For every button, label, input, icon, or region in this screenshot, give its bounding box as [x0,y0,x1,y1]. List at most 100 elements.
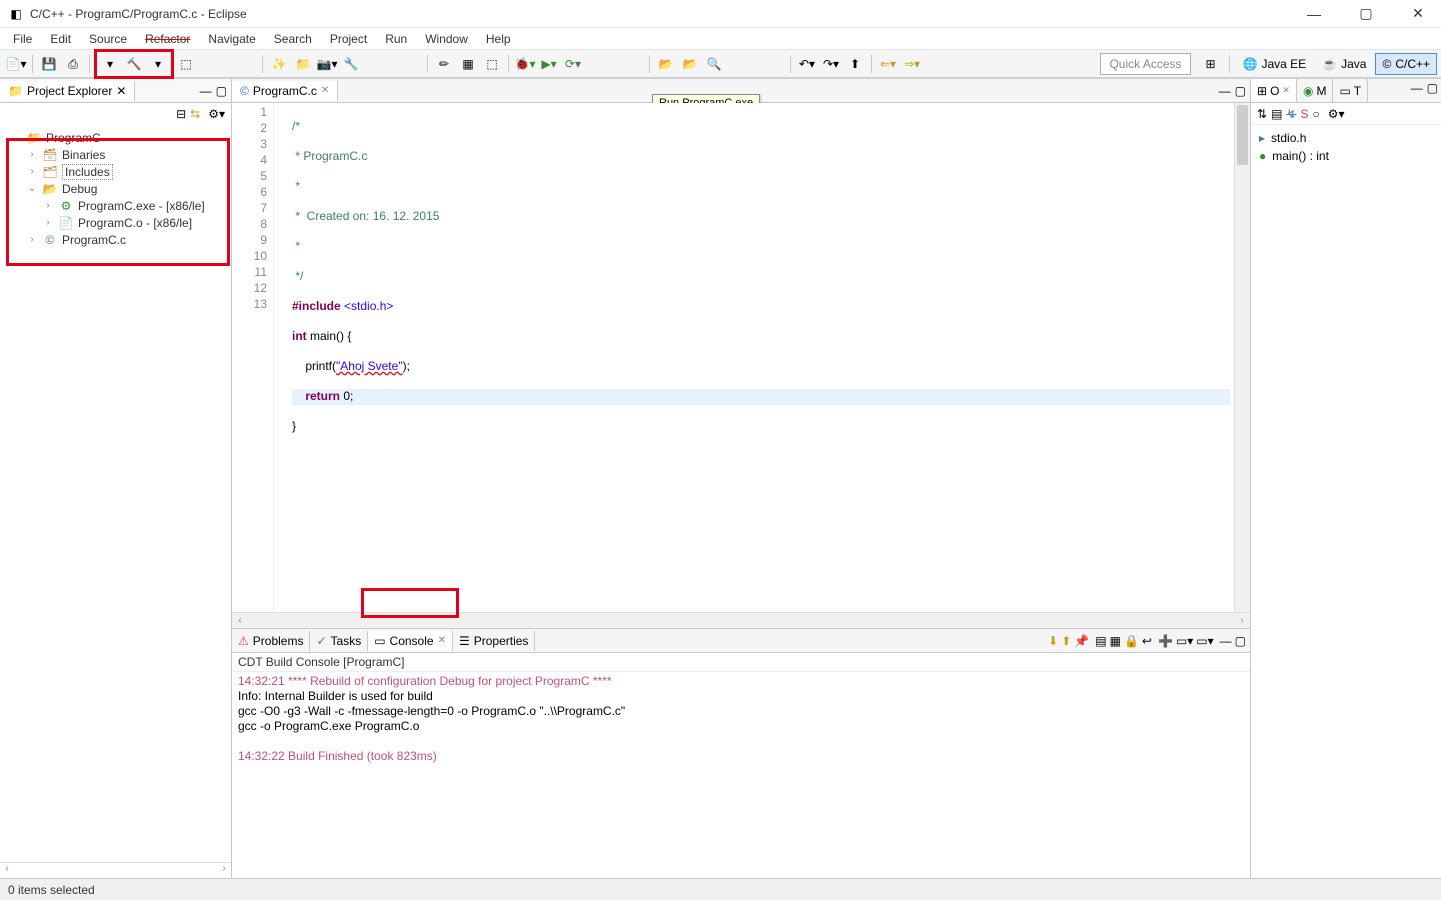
code-editor[interactable]: 12345678910111213 /* * ProgramC.c * * Cr… [232,103,1250,612]
new-button[interactable]: 📄▾ [5,53,27,75]
maximize-panel-icon[interactable]: ▢ [1235,635,1246,647]
folder-open-icon[interactable]: 📁 [292,53,314,75]
nav-next-icon[interactable]: ↷▾ [820,53,842,75]
exe-icon: ⚙ [58,198,74,214]
outline-tab-o[interactable]: ⊞O✕ [1251,79,1297,102]
save-all-button[interactable]: ⎙ [62,53,84,75]
view-menu-outline-icon[interactable]: ⚙▾ [1328,108,1345,120]
bottom-panel: ⚠Problems ✓Tasks ▭Console✕ ☰Properties ⬇… [232,628,1250,878]
tasks-tab[interactable]: ✓Tasks [310,631,368,651]
perspective-java[interactable]: ☕Java [1315,53,1373,75]
action-icon[interactable]: ⬚ [481,53,503,75]
code-content[interactable]: /* * ProgramC.c * * Created on: 16. 12. … [288,103,1234,612]
open-type-icon[interactable]: 📂 [655,53,677,75]
minimize-panel-icon[interactable]: — [1220,635,1232,647]
run-button[interactable]: ▶▾ [538,53,560,75]
save-button[interactable]: 💾 [38,53,60,75]
menu-navigate[interactable]: Navigate [199,30,264,48]
menu-refactor[interactable]: Refactor [136,30,199,48]
menu-file[interactable]: File [4,30,41,48]
outline-item-stdio: ▸stdio.h [1259,129,1433,147]
grid-icon[interactable]: ▦ [457,53,479,75]
properties-tab[interactable]: ☰Properties [453,631,535,651]
menu-edit[interactable]: Edit [41,30,80,48]
close-tab-icon[interactable]: ✕ [321,85,329,96]
build-dropdown[interactable]: ▾ [99,53,121,75]
scroll-up-icon[interactable]: ⬆ [1061,635,1071,647]
sort-icon[interactable]: ⇅ [1257,108,1267,120]
menu-help[interactable]: Help [477,30,520,48]
perspective-javaee[interactable]: 🌐Java EE [1236,53,1314,75]
display-selected-icon[interactable]: ▤ [1095,635,1106,647]
display-console-dropdown[interactable]: ▭▾ [1176,635,1193,647]
build-button[interactable]: 🔨 [123,53,145,75]
word-wrap-icon[interactable]: ↩ [1142,635,1152,647]
toggle-button[interactable]: ⬚ [175,53,197,75]
menu-run[interactable]: Run [376,30,416,48]
project-explorer-tab[interactable]: 📁 Project Explorer ✕ [0,81,135,101]
outline-tab-t[interactable]: ▭T [1333,79,1368,102]
hide-nonpublic-icon[interactable]: ○ [1312,108,1319,120]
minimize-outline-icon[interactable]: — [1411,82,1423,99]
wand-icon[interactable]: ✨ [268,53,290,75]
outline-tab-m[interactable]: ◉M [1297,79,1333,102]
build-menu[interactable]: ▾ [147,53,169,75]
open-task-icon[interactable]: 📂 [679,53,701,75]
quick-access[interactable]: Quick Access [1100,53,1190,75]
open-perspective-button[interactable]: ⊞ [1200,53,1222,75]
eclipse-icon: ◧ [8,6,24,22]
horizontal-scrollbar[interactable]: ‹› [232,612,1250,628]
menu-window[interactable]: Window [416,30,477,48]
marker-column [274,103,288,612]
minimize-button[interactable]: — [1299,4,1329,24]
scroll-down-icon[interactable]: ⬇ [1048,635,1058,647]
project-tree[interactable]: ⌄📁ProgramC ›🗃Binaries ›🗂Includes ⌄📂Debug… [0,125,231,862]
minimize-view-icon[interactable]: — [200,85,212,97]
status-text: 0 items selected [8,883,95,897]
perspective-ccpp[interactable]: ©C/C++ [1375,53,1437,75]
scroll-lock-icon[interactable]: 🔒 [1124,635,1139,647]
nav-up-icon[interactable]: ⬆ [844,53,866,75]
maximize-view-icon[interactable]: ▢ [216,85,227,97]
new-console-dropdown[interactable]: ▭▾ [1196,635,1213,647]
obj-icon: 📄 [58,215,74,231]
nav-prev-icon[interactable]: ↶▾ [796,53,818,75]
menu-project[interactable]: Project [321,30,376,48]
menu-search[interactable]: Search [265,30,321,48]
outline-tree[interactable]: ▸stdio.h ●main() : int [1251,125,1441,169]
back-button[interactable]: ⇐▾ [877,53,899,75]
vertical-scrollbar[interactable] [1234,103,1250,612]
minimize-editor-icon[interactable]: — [1219,85,1231,97]
run-last-button[interactable]: ⟳▾ [562,53,584,75]
editor-tab-programc[interactable]: © ProgramC.c ✕ [232,81,338,101]
binaries-icon: 🗃 [42,147,58,163]
close-icon[interactable]: ✕ [116,85,126,97]
pin-console-icon[interactable]: 📌 [1074,635,1089,647]
tools-icon[interactable]: 🔧 [340,53,362,75]
clear-console-icon[interactable]: ▦ [1110,635,1121,647]
menubar: File Edit Source Refactor Navigate Searc… [0,28,1441,50]
camera-icon[interactable]: 📷▾ [316,53,338,75]
link-editor-icon[interactable]: ⇆ [190,108,200,120]
maximize-editor-icon[interactable]: ▢ [1235,85,1246,97]
close-icon[interactable]: ✕ [438,635,446,646]
console-output[interactable]: 14:32:21 **** Rebuild of configuration D… [232,672,1250,878]
hide-static-icon[interactable]: S [1300,108,1308,120]
maximize-button[interactable]: ▢ [1351,4,1381,24]
search-icon[interactable]: 🔍 [703,53,725,75]
open-console-icon[interactable]: ➕ [1158,635,1173,647]
menu-source[interactable]: Source [80,30,136,48]
pen-icon[interactable]: ✏ [433,53,455,75]
view-menu-icon[interactable]: ⚙▾ [208,108,225,120]
collapse-all-icon[interactable]: ⊟ [176,108,186,120]
filter-icon[interactable]: ▤ [1271,108,1282,120]
console-tab[interactable]: ▭Console✕ [368,631,453,651]
close-button[interactable]: ✕ [1403,4,1433,24]
outline-item-main: ●main() : int [1259,147,1433,165]
problems-tab[interactable]: ⚠Problems [232,631,310,651]
hide-fields-icon[interactable]: ↯ [1286,108,1296,120]
forward-button[interactable]: ⇒▾ [901,53,923,75]
window-title: C/C++ - ProgramC/ProgramC.c - Eclipse [30,7,1299,21]
maximize-outline-icon[interactable]: ▢ [1427,82,1438,99]
debug-button[interactable]: 🐞▾ [514,53,536,75]
